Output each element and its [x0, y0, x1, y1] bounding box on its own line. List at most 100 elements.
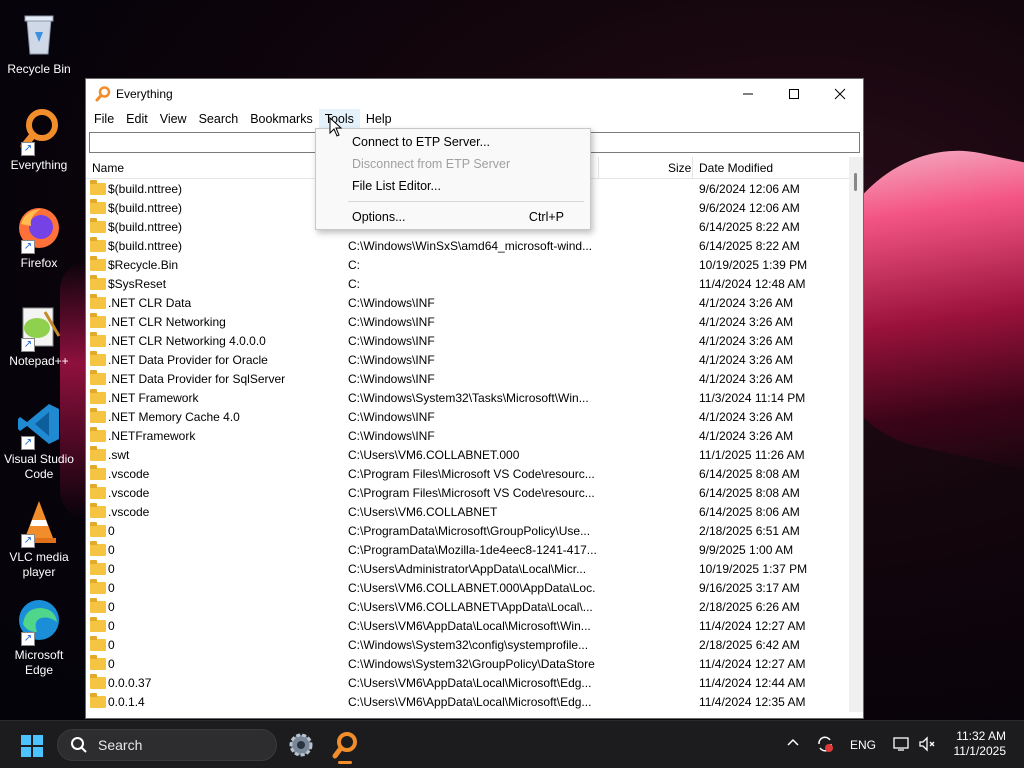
column-header-name[interactable]: Name	[92, 161, 124, 175]
taskbar-search-box[interactable]: Search	[57, 729, 277, 761]
close-button[interactable]	[817, 79, 863, 109]
results-list[interactable]: $(build.nttree) 9/6/2024 12:06 AM $(build.…	[86, 180, 849, 712]
result-row[interactable]: .NET Memory Cache 4.0 C:\Windows\INF 4/1/2…	[86, 408, 849, 427]
desktop-icon-vlc[interactable]: ↗ VLC media player	[2, 498, 76, 580]
folder-icon	[90, 655, 106, 670]
menu-item-connect-etp[interactable]: Connect to ETP Server...	[316, 131, 590, 153]
result-row[interactable]: .vscode C:\Users\VM6.COLLABNET 6/14/2025 8…	[86, 503, 849, 522]
sync-alert-icon[interactable]	[816, 735, 834, 756]
result-row[interactable]: .NET CLR Networking 4.0.0.0 C:\Windows\IN…	[86, 332, 849, 351]
result-row[interactable]: $SysReset C: 11/4/2024 12:48 AM	[86, 275, 849, 294]
result-name: .vscode	[108, 467, 150, 481]
vscode-icon: ↗	[15, 400, 63, 450]
column-header-date-modified[interactable]: Date Modified	[699, 161, 773, 175]
result-name: 0.0.0.37	[108, 676, 152, 690]
taskbar-everything-app[interactable]	[329, 729, 361, 764]
folder-icon	[90, 541, 106, 556]
system-clock[interactable]: 11:32 AM 11/1/2025	[954, 729, 1007, 759]
menu-item-options[interactable]: Options... Ctrl+P	[316, 206, 590, 228]
desktop-icon-label: VLC media player	[9, 550, 69, 579]
everything-icon: ↗	[15, 106, 63, 156]
result-date-modified: 4/1/2024 3:26 AM	[699, 429, 794, 443]
result-row[interactable]: 0 C:\Users\VM6.COLLABNET\AppData\Local\..…	[86, 598, 849, 617]
maximize-button[interactable]	[771, 79, 817, 109]
vertical-scrollbar[interactable]	[849, 157, 863, 712]
start-button[interactable]	[20, 734, 44, 758]
menu-bookmarks[interactable]: Bookmarks	[244, 109, 319, 129]
result-row[interactable]: 0 C:\ProgramData\Microsoft\GroupPolicy\Us…	[86, 522, 849, 541]
result-name: $(build.nttree)	[108, 220, 183, 234]
result-name: 0	[108, 619, 115, 633]
result-row[interactable]: 0 C:\Users\Administrator\AppData\Local\Mi…	[86, 560, 849, 579]
result-name: $(build.nttree)	[108, 239, 183, 253]
result-name: .swt	[108, 448, 130, 462]
result-name: 0	[108, 543, 115, 557]
language-indicator[interactable]: ENG	[850, 738, 876, 752]
shortcut-arrow-icon: ↗	[21, 240, 35, 254]
tray-overflow-chevron-icon[interactable]	[786, 735, 800, 752]
edge-icon: ↗	[15, 596, 63, 646]
menu-file[interactable]: File	[88, 109, 120, 129]
menu-edit[interactable]: Edit	[120, 109, 154, 129]
result-row[interactable]: 0 C:\Windows\System32\config\systemprofil…	[86, 636, 849, 655]
clock-time: 11:32 AM	[956, 729, 1006, 743]
title-bar[interactable]: Everything	[86, 79, 863, 109]
result-row[interactable]: 0.0.1.4 C:\Users\VM6\AppData\Local\Micros…	[86, 693, 849, 712]
result-row[interactable]: .NET CLR Data C:\Windows\INF 4/1/2024 3:26…	[86, 294, 849, 313]
volume-muted-icon[interactable]	[918, 735, 936, 756]
result-path: C:\ProgramData\Mozilla-1de4eec8-1241-417…	[348, 543, 596, 557]
desktop-icon-firefox[interactable]: ↗ Firefox	[2, 204, 76, 271]
result-date-modified: 4/1/2024 3:26 AM	[699, 410, 794, 424]
folder-icon	[90, 313, 106, 328]
menu-search[interactable]: Search	[193, 109, 245, 129]
result-name: 0	[108, 524, 115, 538]
folder-icon	[90, 237, 106, 252]
vlc-icon: ↗	[15, 498, 63, 548]
column-divider[interactable]	[692, 157, 693, 179]
result-row[interactable]: 0 C:\Windows\System32\GroupPolicy\DataSto…	[86, 655, 849, 674]
desktop-icon-recycle-bin[interactable]: Recycle Bin	[2, 10, 76, 77]
result-path: C:\Windows\INF	[348, 315, 435, 329]
result-row[interactable]: $Recycle.Bin C: 10/19/2025 1:39 PM	[86, 256, 849, 275]
result-row[interactable]: .NET Framework C:\Windows\System32\Tasks\…	[86, 389, 849, 408]
minimize-button[interactable]	[725, 79, 771, 109]
result-row[interactable]: .vscode C:\Program Files\Microsoft VS Cod…	[86, 465, 849, 484]
scrollbar-thumb[interactable]	[854, 173, 857, 191]
result-path: C:\Users\VM6.COLLABNET.000	[348, 448, 520, 462]
desktop-icon-label: Visual Studio Code	[4, 452, 74, 481]
menu-view[interactable]: View	[154, 109, 193, 129]
desktop-icon-edge[interactable]: ↗ Microsoft Edge	[2, 596, 76, 678]
desktop-icon-everything[interactable]: ↗ Everything	[2, 106, 76, 173]
result-row[interactable]: 0.0.0.37 C:\Users\VM6\AppData\Local\Micro…	[86, 674, 849, 693]
result-date-modified: 11/4/2024 12:48 AM	[699, 277, 806, 291]
result-path: C:\Users\VM6.COLLABNET.000\AppData\Loc..…	[348, 581, 596, 595]
menu-help[interactable]: Help	[360, 109, 398, 129]
network-icon[interactable]	[892, 735, 910, 756]
result-row[interactable]: .swt C:\Users\VM6.COLLABNET.000 11/1/2025 …	[86, 446, 849, 465]
menu-item-label: Options...	[352, 210, 406, 224]
column-divider[interactable]	[598, 157, 599, 179]
result-row[interactable]: .NET Data Provider for Oracle C:\Windows\…	[86, 351, 849, 370]
result-row[interactable]: $(build.nttree) C:\Windows\WinSxS\amd64_m…	[86, 237, 849, 256]
column-header-size[interactable]: Size	[668, 161, 691, 175]
result-row[interactable]: 0 C:\Users\VM6.COLLABNET.000\AppData\Loc.…	[86, 579, 849, 598]
desktop-icon-notepadpp[interactable]: ↗ Notepad++	[2, 302, 76, 369]
folder-icon	[90, 522, 106, 537]
result-row[interactable]: .NETFramework C:\Windows\INF 4/1/2024 3:26…	[86, 427, 849, 446]
desktop-icon-vscode[interactable]: ↗ Visual Studio Code	[2, 400, 76, 482]
result-row[interactable]: .NET Data Provider for SqlServer C:\Windo…	[86, 370, 849, 389]
result-row[interactable]: .vscode C:\Program Files\Microsoft VS Cod…	[86, 484, 849, 503]
folder-icon	[90, 484, 106, 499]
taskbar: Search ENG 11:32 AM 11/1/2025	[0, 720, 1024, 768]
result-row[interactable]: 0 C:\Users\VM6\AppData\Local\Microsoft\Wi…	[86, 617, 849, 636]
result-row[interactable]: .NET CLR Networking C:\Windows\INF 4/1/202…	[86, 313, 849, 332]
recycle-bin-icon	[15, 10, 63, 58]
result-date-modified: 11/4/2024 12:35 AM	[699, 695, 806, 709]
result-row[interactable]: 0 C:\ProgramData\Mozilla-1de4eec8-1241-41…	[86, 541, 849, 560]
menu-item-file-list-editor[interactable]: File List Editor...	[316, 175, 590, 197]
taskbar-search-label: Search	[98, 737, 143, 753]
folder-icon	[90, 199, 106, 214]
mouse-cursor-icon	[329, 117, 343, 137]
result-date-modified: 6/14/2025 8:06 AM	[699, 505, 800, 519]
taskbar-settings-app[interactable]	[285, 729, 317, 761]
